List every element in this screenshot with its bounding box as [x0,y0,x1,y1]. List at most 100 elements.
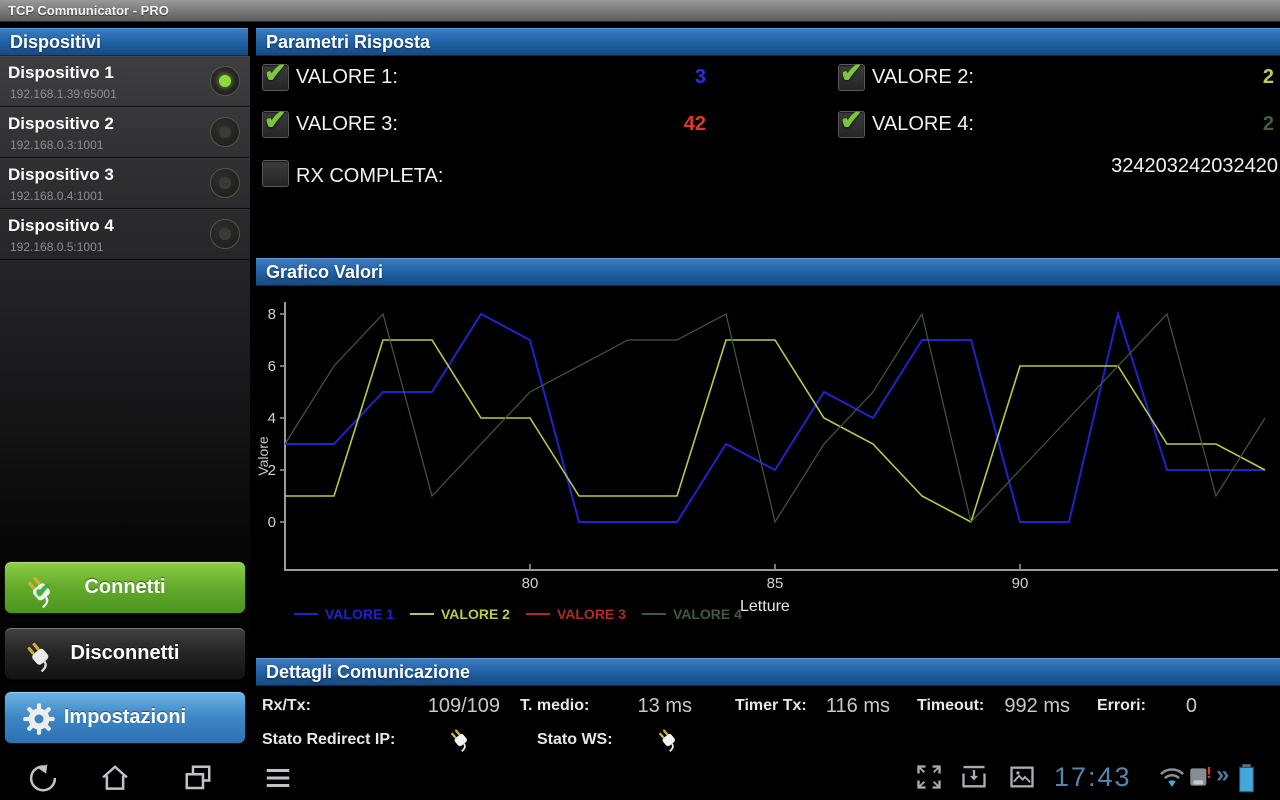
svg-text:8: 8 [268,306,276,323]
check-icon: ✔ [264,105,287,135]
settings-button-label: Impostazioni [63,706,187,728]
connect-button-label: Connetti [84,576,166,598]
device-ip: 192.168.1.39:65001 [10,87,117,101]
valore3-label: VALORE 3: [296,113,398,135]
legend-line-swatch [525,613,550,615]
valore3-checkbox[interactable]: ✔ [262,105,289,138]
valore2-label: VALORE 2: [872,66,974,88]
device-ip: 192.168.0.5:1001 [10,240,104,254]
legend-line-swatch [409,613,434,615]
device-radio[interactable] [210,117,240,147]
legend-item: VALORE 3 [525,606,626,622]
legend-label: VALORE 1 [325,606,394,622]
recent-apps-icon[interactable] [183,763,213,793]
details-panel-header: Dettagli Comunicazione [256,658,1280,686]
tmedio-label: T. medio: [520,697,590,714]
device-list-item[interactable]: Dispositivo 4 192.168.0.5:1001 [0,209,250,260]
svg-text:4: 4 [268,410,276,427]
valore4-label: VALORE 4: [872,113,974,135]
main-content: ✔ VALORE 1: 3 ✔ VALORE 2: 2 ✔ VALORE 3: … [256,0,1280,800]
home-icon[interactable] [100,763,130,793]
svg-text:85: 85 [767,575,784,592]
legend-label: VALORE 2 [440,606,510,622]
legend-line-swatch [641,613,666,615]
details-panel-title: Dettagli Comunicazione [266,662,471,682]
back-icon[interactable] [28,763,58,793]
rx-completa-value: 324203242032420 [1111,155,1278,177]
chart-legend-row: VALORE 1 VALORE 2 VALORE 3 VALORE 4 Letture [256,598,1280,634]
valore2-value: 2 [1262,66,1274,88]
device-name: Dispositivo 1 [8,63,114,82]
rxtx-value: 109/109 [427,695,500,717]
status-clock[interactable]: 17:43 [1054,762,1132,793]
valore1-label: VALORE 1: [296,66,398,88]
check-icon: ✔ [264,58,287,88]
radio-dot [219,177,231,189]
device-name: Dispositivo 4 [8,216,114,235]
device-name: Dispositivo 3 [8,165,114,184]
device-name: Dispositivo 2 [8,114,114,133]
radio-dot [219,228,231,240]
errori-value: 0 [1185,695,1197,717]
device-radio[interactable] [210,66,240,96]
chart-panel-title: Grafico Valori [266,262,384,282]
chevron-right-icon[interactable]: » [1216,761,1229,789]
svg-text:6: 6 [268,358,276,375]
battery-icon[interactable] [1238,763,1268,793]
disconnect-button-label: Disconnetti [70,642,180,664]
devices-panel-header: Dispositivi [0,28,248,56]
timeout-value: 992 ms [1004,695,1070,717]
legend-item: VALORE 2 [409,606,510,622]
connect-button[interactable]: ✔ Connetti [4,561,246,614]
valore1-checkbox[interactable]: ✔ [262,58,289,91]
notification-icon[interactable]: ! [1186,763,1216,793]
chart-legend: VALORE 1 VALORE 2 VALORE 3 VALORE 4 [294,606,742,622]
tmedio-value: 13 ms [637,695,692,717]
chart-canvas: 02468Valore80 85 90 [256,302,1278,592]
devices-panel-title: Dispositivi [10,32,102,52]
legend-item: VALORE 1 [294,606,394,622]
svg-text:!: ! [1206,764,1211,782]
device-radio[interactable] [210,168,240,198]
valore1-value: 3 [694,66,706,88]
legend-item: VALORE 4 [641,606,742,622]
device-list-item[interactable]: Dispositivo 2 192.168.0.3:1001 [0,107,250,158]
device-list-item[interactable]: Dispositivo 3 192.168.0.4:1001 [0,158,250,209]
ws-status-plug-icon [654,725,680,752]
rxtx-label: Rx/Tx: [262,697,311,714]
valore4-checkbox[interactable]: ✔ [838,105,865,138]
device-list-item[interactable]: Dispositivo 1 192.168.1.39:65001 [0,56,250,107]
check-icon: ✔ [840,105,863,135]
fullscreen-icon[interactable] [915,763,945,793]
menu-icon[interactable] [263,763,293,793]
disconnect-button[interactable]: Disconnetti [4,627,246,680]
check-icon: ✔ [840,58,863,88]
stato-ws-label: Stato WS: [537,731,613,748]
svg-text:80: 80 [522,575,539,592]
gallery-icon[interactable] [1008,763,1038,793]
stato-redirect-label: Stato Redirect IP: [262,731,396,748]
redirect-status-plug-icon [446,725,472,752]
device-ip: 192.168.0.3:1001 [10,138,104,152]
settings-button[interactable]: Impostazioni [4,691,246,744]
legend-line-swatch [294,613,318,615]
radio-dot [219,126,231,138]
device-radio[interactable] [210,219,240,249]
app-screen: TCP Communicator - PRO Dispositivi Param… [0,0,1280,800]
valore4-value: 2 [1262,113,1274,135]
svg-text:Valore: Valore [256,436,271,476]
svg-text:0: 0 [268,514,276,531]
rx-completa-label: RX COMPLETA: [296,165,444,187]
legend-label: VALORE 3 [556,606,626,622]
valore3-value: 42 [683,113,706,135]
x-axis-label: Letture [740,598,790,615]
valore2-checkbox[interactable]: ✔ [838,58,865,91]
rx-completa-checkbox[interactable]: ✔ [262,160,289,187]
values-chart: 0 2 4 6 8 Valore 80 85 90 [256,286,1280,592]
wifi-icon[interactable] [1158,763,1188,793]
radio-dot [219,75,231,87]
system-nav-bar: 17:43 ! » [0,755,1280,800]
svg-text:90: 90 [1012,575,1029,592]
screenshot-tray-icon[interactable] [960,763,990,793]
chart-panel-header: Grafico Valori [256,258,1280,286]
